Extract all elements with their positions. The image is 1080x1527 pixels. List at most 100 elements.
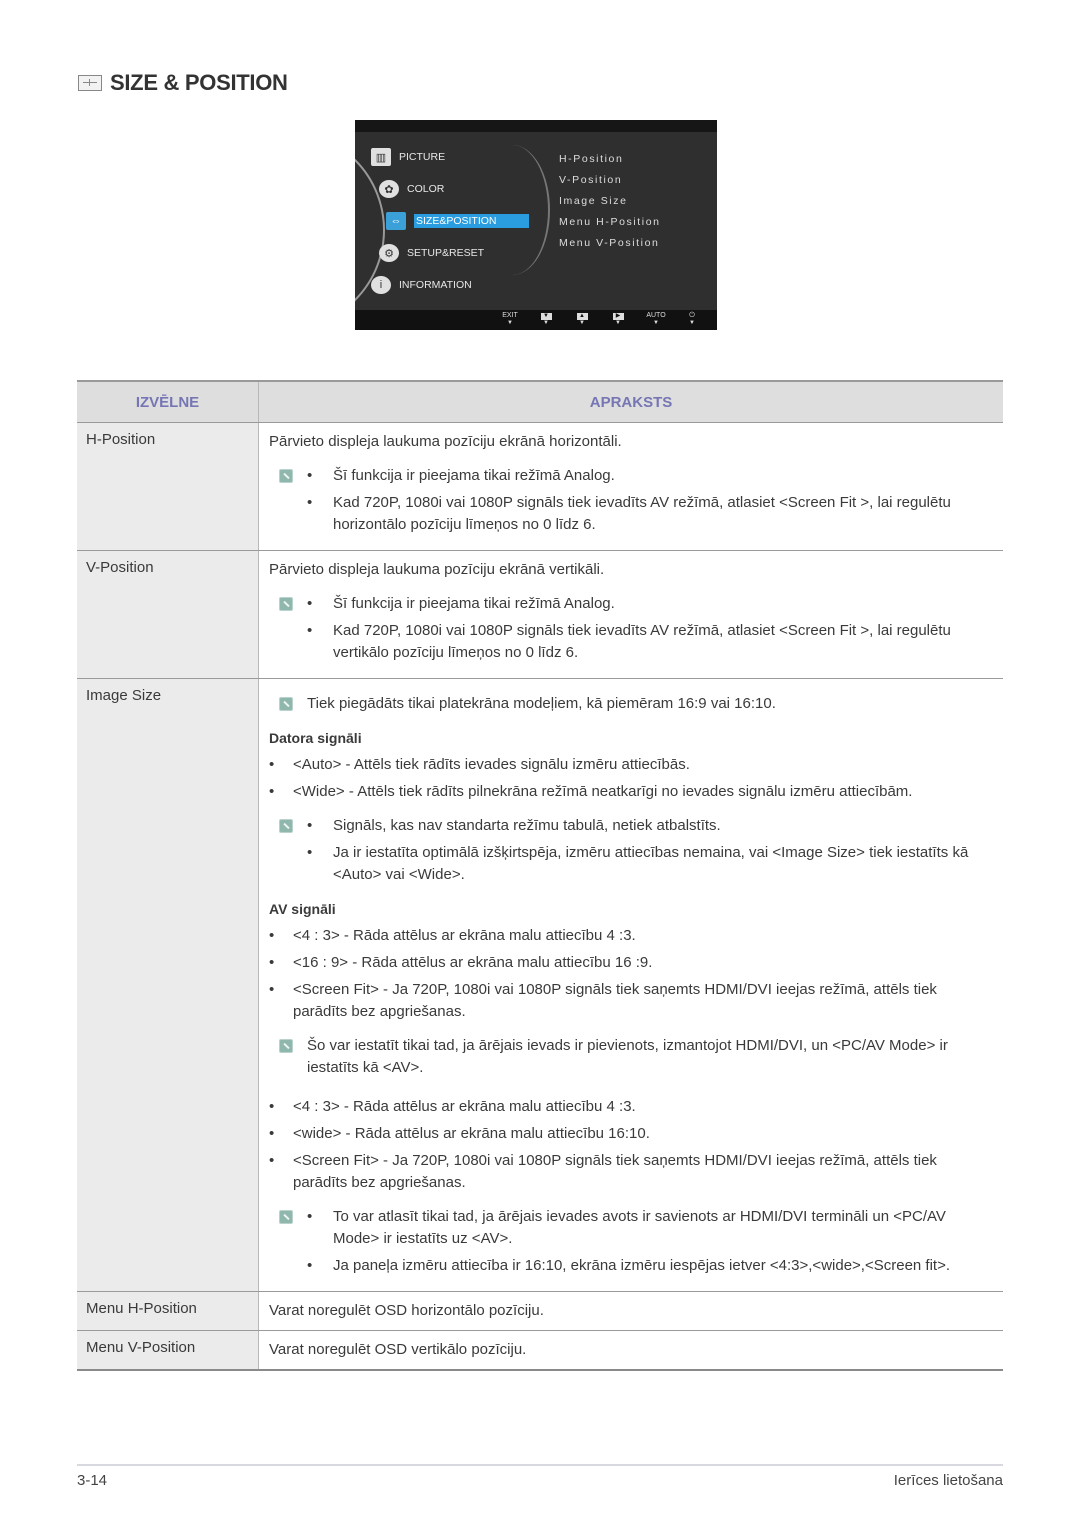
description-text: Pārvieto displeja laukuma pozīciju ekrān…	[269, 561, 605, 578]
note-icon	[279, 1210, 293, 1224]
menu-cell: Image Size	[77, 678, 259, 1292]
osd-up-button[interactable]: ▲ ▼	[570, 311, 594, 327]
list-item-text: <4 : 3> - Rāda attēlus ar ekrāna malu at…	[293, 927, 636, 944]
list-item: • <Wide> - Attēls tiek rādīts pilnekrāna …	[269, 781, 993, 803]
list-item: • <Screen Fit> - Ja 720P, 1080i vai 1080P…	[269, 979, 993, 1023]
footer-divider	[77, 1464, 1003, 1466]
osd-menu-label: INFORMATION	[399, 279, 472, 291]
page-number: 3-14	[77, 1472, 108, 1489]
menu-cell: H-Position	[77, 422, 259, 551]
bullet-icon: •	[307, 494, 313, 511]
info-icon: i	[371, 276, 391, 294]
table-header-row: IZVĒLNE APRAKSTS	[77, 380, 1003, 423]
osd-top-bar	[355, 120, 717, 132]
note-item: • Kad 720P, 1080i vai 1080P signāls tiek …	[307, 492, 993, 536]
note-text: Kad 720P, 1080i vai 1080P signāls tiek i…	[333, 494, 951, 533]
list-item-text: <Auto> - Attēls tiek rādīts ievades sign…	[293, 756, 690, 773]
note-icon	[279, 819, 293, 833]
note-item: • To var atlasīt tikai tad, ja ārējais ie…	[307, 1206, 993, 1250]
bullet-icon: •	[269, 927, 275, 944]
osd-exit-button[interactable]: EXIT ▼	[498, 311, 522, 327]
button-marker-icon: ▼	[507, 320, 513, 326]
up-arrow-icon: ▲	[576, 313, 588, 320]
note-text: Šī funkcija ir pieejama tikai režīmā Ana…	[333, 595, 615, 612]
description-cell: Varat noregulēt OSD horizontālo pozīciju…	[258, 1291, 1003, 1331]
list-item-text: <Screen Fit> - Ja 720P, 1080i vai 1080P …	[293, 1152, 937, 1191]
osd-menu-label: SETUP&RESET	[407, 247, 485, 259]
list-item: • <wide> - Rāda attēlus ar ekrāna malu at…	[269, 1123, 993, 1145]
bullet-icon: •	[307, 1208, 313, 1225]
bullet-icon: •	[269, 783, 275, 800]
bullet-icon: •	[307, 844, 313, 861]
power-icon: ⏻	[689, 312, 695, 319]
size-position-icon: ⇔	[386, 212, 406, 230]
page-title-text: SIZE & POSITION	[110, 70, 288, 95]
button-marker-icon: ▼	[689, 320, 695, 326]
description-cell: Pārvieto displeja laukuma pozīciju ekrān…	[258, 422, 1003, 551]
description-text: Pārvieto displeja laukuma pozīciju ekrān…	[269, 433, 622, 450]
osd-menu-item-color[interactable]: ✿ COLOR	[379, 180, 444, 198]
osd-menu-label: COLOR	[407, 183, 445, 195]
table-row-menu-v-position: Menu V-Position Varat noregulēt OSD vert…	[77, 1330, 1003, 1371]
note-text: Kad 720P, 1080i vai 1080P signāls tiek i…	[333, 622, 951, 661]
bullet-icon: •	[269, 981, 275, 998]
osd-menu-item-setup-reset[interactable]: ⚙ SETUP&RESET	[379, 244, 484, 262]
list-item: • <16 : 9> - Rāda attēlus ar ekrāna malu …	[269, 952, 993, 974]
description-cell: Tiek piegādāts tikai platekrāna modeļiem…	[258, 678, 1003, 1292]
palette-icon: ✿	[379, 180, 399, 198]
osd-menu-label: PICTURE	[399, 151, 446, 163]
picture-icon: ▥	[371, 148, 391, 166]
osd-auto-button[interactable]: AUTO ▼	[644, 311, 668, 327]
osd-submenu-menu-v-position[interactable]: Menu V-Position	[559, 237, 659, 249]
menu-cell: V-Position	[77, 550, 259, 679]
note-item: • Ja paneļa izmēru attiecība ir 16:10, ek…	[307, 1255, 993, 1277]
osd-submenu-menu-h-position[interactable]: Menu H-Position	[559, 216, 661, 228]
list-item-text: <Screen Fit> - Ja 720P, 1080i vai 1080P …	[293, 981, 937, 1020]
list-item: • <4 : 3> - Rāda attēlus ar ekrāna malu a…	[269, 925, 993, 947]
osd-submenu-h-position[interactable]: H-Position	[559, 153, 623, 165]
osd-down-button[interactable]: ▼ ▼	[534, 311, 558, 327]
exit-icon: EXIT	[502, 312, 518, 319]
note-text: Tiek piegādāts tikai platekrāna modeļiem…	[307, 695, 776, 712]
note-item: • Kad 720P, 1080i vai 1080P signāls tiek …	[307, 620, 993, 664]
description-cell: Varat noregulēt OSD vertikālo pozīciju.	[258, 1330, 1003, 1371]
osd-menu-item-information[interactable]: i INFORMATION	[371, 276, 472, 294]
note-block: • To var atlasīt tikai tad, ja ārējais ie…	[269, 1206, 993, 1277]
note-block: • Šī funkcija ir pieejama tikai režīmā An…	[269, 465, 993, 536]
page-title: SIZE & POSITION	[78, 70, 288, 96]
down-arrow-icon: ▼	[540, 313, 552, 320]
table-row-v-position: V-Position Pārvieto displeja laukuma poz…	[77, 550, 1003, 679]
bullet-icon: •	[307, 1257, 313, 1274]
list-item: • <Screen Fit> - Ja 720P, 1080i vai 1080P…	[269, 1150, 993, 1194]
table-row-h-position: H-Position Pārvieto displeja laukuma poz…	[77, 422, 1003, 551]
note-block: • Šī funkcija ir pieejama tikai režīmā An…	[269, 593, 993, 664]
bullet-icon: •	[269, 1125, 275, 1142]
bullet-icon: •	[269, 1152, 275, 1169]
av-signals-heading: AV signāli	[269, 901, 336, 917]
list-item-text: <Wide> - Attēls tiek rādīts pilnekrāna r…	[293, 783, 913, 800]
button-marker-icon: ▼	[543, 320, 549, 326]
osd-menu-label: SIZE&POSITION	[414, 214, 529, 228]
bullet-icon: •	[269, 756, 275, 773]
note-block: Tiek piegādāts tikai platekrāna modeļiem…	[269, 693, 993, 715]
osd-bracket-decoration	[475, 145, 550, 275]
osd-menu-item-picture[interactable]: ▥ PICTURE	[371, 148, 445, 166]
osd-power-button[interactable]: ⏻ ▼	[680, 311, 704, 327]
right-arrow-icon: ▶	[612, 313, 624, 320]
note-icon	[279, 1039, 293, 1053]
note-icon	[279, 697, 293, 711]
osd-right-button[interactable]: ▶ ▼	[606, 311, 630, 327]
note-icon	[279, 597, 293, 611]
note-text: Šī funkcija ir pieejama tikai režīmā Ana…	[333, 467, 615, 484]
menu-cell: Menu V-Position	[77, 1330, 259, 1371]
osd-menu-item-size-position[interactable]: ⇔ SIZE&POSITION	[386, 212, 529, 230]
button-marker-icon: ▼	[579, 320, 585, 326]
gear-icon: ⚙	[379, 244, 399, 262]
note-item: • Ja ir iestatīta optimālā izšķirtspēja, …	[307, 842, 993, 886]
osd-submenu-image-size[interactable]: Image Size	[559, 195, 628, 207]
button-marker-icon: ▼	[653, 320, 659, 326]
osd-submenu-v-position[interactable]: V-Position	[559, 174, 622, 186]
table-row-image-size: Image Size Tiek piegādāts tikai platekrā…	[77, 678, 1003, 1292]
table-row-menu-h-position: Menu H-Position Varat noregulēt OSD hori…	[77, 1291, 1003, 1331]
list-item-text: <4 : 3> - Rāda attēlus ar ekrāna malu at…	[293, 1098, 636, 1115]
